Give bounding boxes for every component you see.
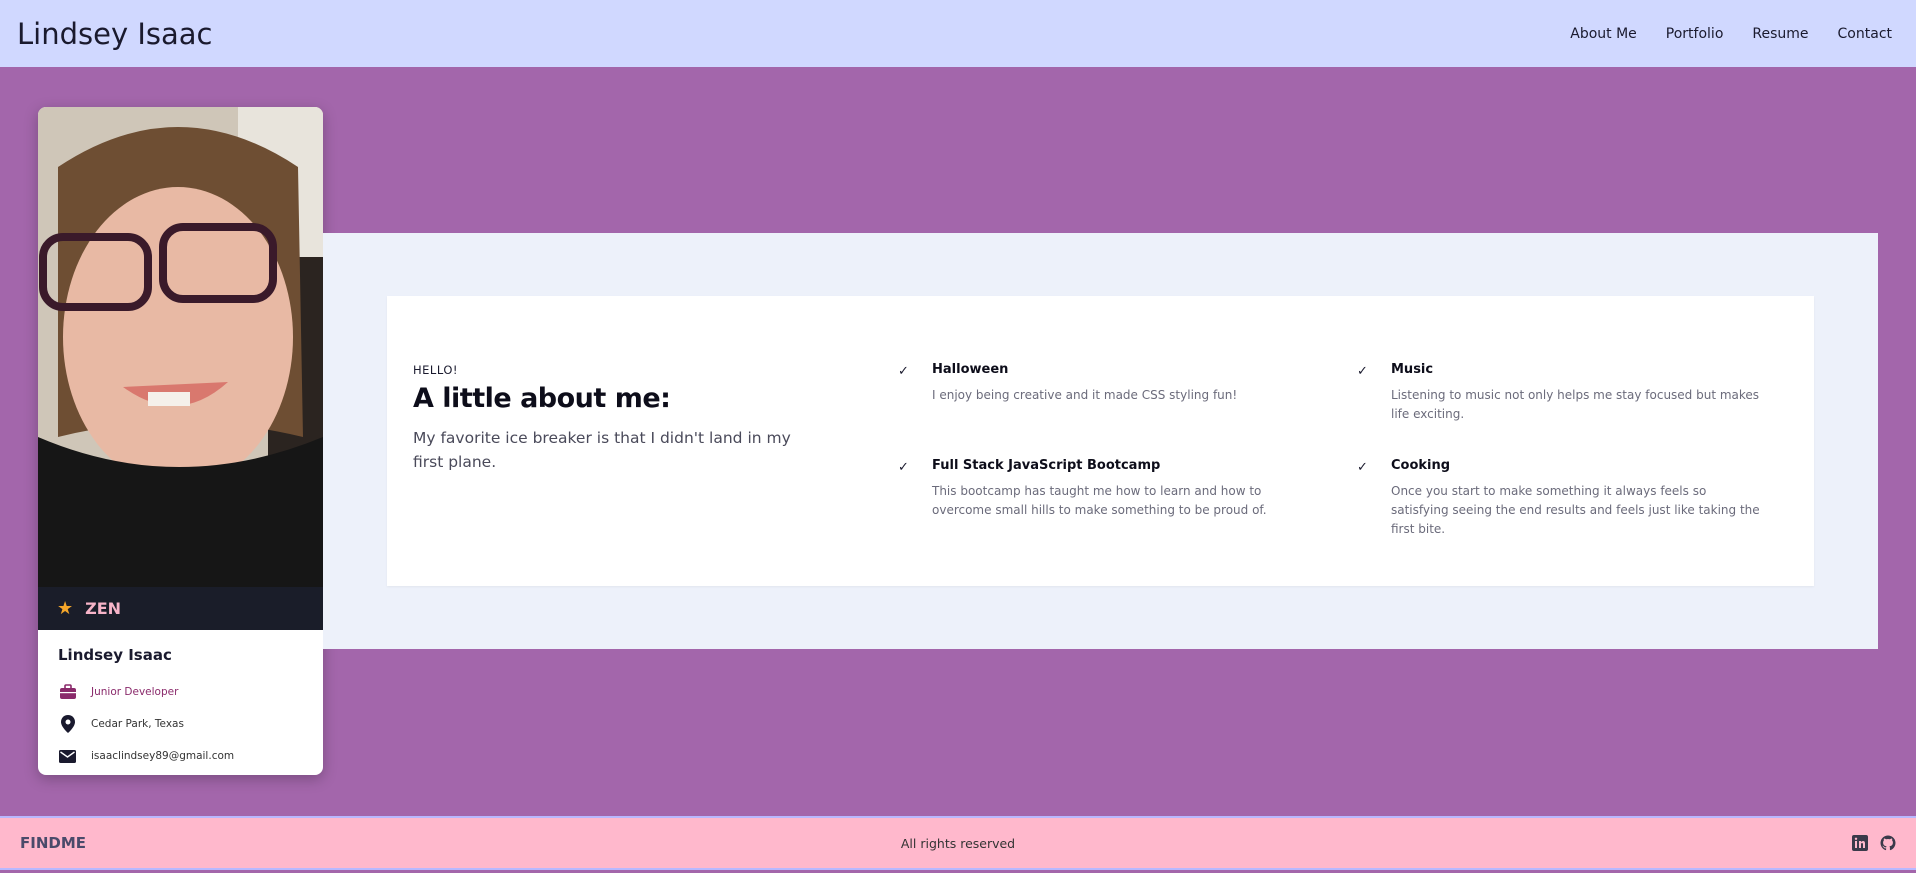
envelope-icon <box>58 747 77 766</box>
briefcase-icon <box>58 683 77 702</box>
zen-badge: ★ ZEN <box>38 587 323 630</box>
about-intro: HELLO! A little about me: My favorite ic… <box>413 363 813 474</box>
location-text: Cedar Park, Texas <box>91 718 184 730</box>
feature-description: Once you start to make something it alwa… <box>1391 484 1760 536</box>
feature-music: ✓ Music Listening to music not only help… <box>1357 362 1767 424</box>
feature-description: This bootcamp has taught me how to learn… <box>932 484 1267 517</box>
check-icon: ✓ <box>898 364 909 379</box>
github-icon[interactable] <box>1880 835 1896 851</box>
feature-cooking: ✓ Cooking Once you start to make somethi… <box>1357 458 1767 539</box>
location-row: Cedar Park, Texas <box>58 708 303 740</box>
profile-photo <box>38 107 323 587</box>
nav-portfolio[interactable]: Portfolio <box>1666 26 1724 42</box>
location-pin-icon <box>58 715 77 734</box>
footer-copyright: All rights reserved <box>900 835 1016 851</box>
email-text[interactable]: isaaclindsey89@gmail.com <box>91 750 234 762</box>
about-eyebrow: HELLO! <box>413 363 458 377</box>
job-row: Junior Developer <box>58 676 303 708</box>
profile-details: Lindsey Isaac Junior Developer Cedar Par… <box>38 630 323 772</box>
check-icon: ✓ <box>1357 364 1368 379</box>
feature-description: Listening to music not only helps me sta… <box>1391 388 1760 421</box>
check-icon: ✓ <box>898 460 909 475</box>
zen-label: ZEN <box>85 599 122 618</box>
job-title: Junior Developer <box>91 686 179 698</box>
feature-halloween: ✓ Halloween I enjoy being creative and i… <box>898 362 1308 405</box>
about-title: A little about me: <box>413 383 671 414</box>
about-section: HELLO! A little about me: My favorite ic… <box>323 233 1878 649</box>
profile-name: Lindsey Isaac <box>58 646 172 664</box>
nav-about-me[interactable]: About Me <box>1570 26 1637 42</box>
feature-title: Cooking <box>1391 458 1451 473</box>
check-icon: ✓ <box>1357 460 1368 475</box>
feature-description: I enjoy being creative and it made CSS s… <box>932 388 1238 402</box>
star-icon: ★ <box>57 597 74 619</box>
footer-brand: FINDME <box>20 834 87 852</box>
feature-title: Music <box>1391 362 1434 377</box>
site-brand[interactable]: Lindsey Isaac <box>17 17 212 51</box>
email-row: isaaclindsey89@gmail.com <box>58 740 303 772</box>
profile-card: ★ ZEN Lindsey Isaac Junior Developer Ced… <box>38 107 323 775</box>
nav-contact[interactable]: Contact <box>1838 26 1892 42</box>
linkedin-icon[interactable] <box>1852 835 1868 851</box>
feature-bootcamp: ✓ Full Stack JavaScript Bootcamp This bo… <box>898 458 1308 520</box>
feature-title: Halloween <box>932 362 1009 377</box>
feature-title: Full Stack JavaScript Bootcamp <box>932 458 1161 473</box>
social-links <box>1696 835 1896 851</box>
nav-links: About Me Portfolio Resume Contact <box>1570 26 1899 42</box>
top-navbar: Lindsey Isaac About Me Portfolio Resume … <box>0 0 1916 67</box>
site-footer: FINDME All rights reserved <box>0 816 1916 870</box>
about-panel: HELLO! A little about me: My favorite ic… <box>387 296 1814 586</box>
nav-resume[interactable]: Resume <box>1752 26 1808 42</box>
about-description: My favorite ice breaker is that I didn't… <box>413 429 791 471</box>
